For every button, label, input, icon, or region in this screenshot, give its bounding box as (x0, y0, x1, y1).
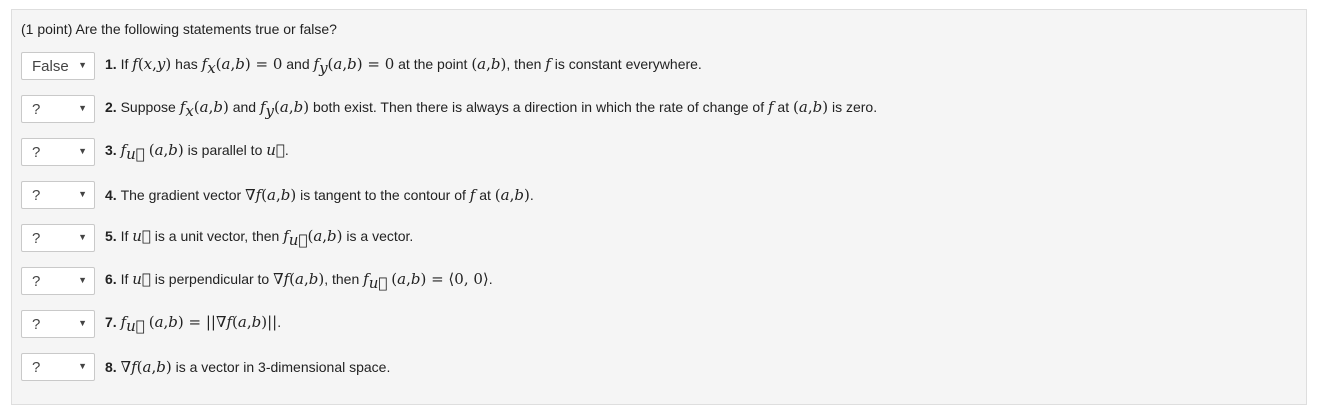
answer-dropdown-7[interactable]: ? ▼ (21, 310, 95, 338)
statement-body: fu⃗ (a,b) = ||∇f(a,b)||. (120, 313, 282, 335)
statement-number: 6. (105, 271, 121, 288)
statement-row-6: ? ▼ 6. If u⃗ is perpendicular to ∇f(a,b), … (21, 267, 493, 295)
answer-dropdown-3[interactable]: ? ▼ (21, 138, 95, 166)
answer-dropdown-4[interactable]: ? ▼ (21, 181, 95, 209)
chevron-down-icon: ▼ (78, 361, 87, 371)
statement-text: 7. fu⃗ (a,b) = ||∇f(a,b)||. (105, 313, 281, 335)
statement-text: 2. Suppose fx(a,b) and fy(a,b) both exis… (105, 98, 877, 120)
answer-selected-value: False (32, 58, 69, 75)
statement-text: 3. fu⃗ (a,b) is parallel to u⃗. (105, 141, 289, 163)
statement-number: 8. (105, 359, 121, 375)
chevron-down-icon: ▼ (78, 146, 87, 156)
question-prompt: (1 point) Are the following statements t… (21, 21, 337, 37)
answer-selected-value: ? (32, 359, 41, 376)
statement-row-3: ? ▼ 3. fu⃗ (a,b) is parallel to u⃗. (21, 138, 289, 166)
statement-text: 6. If u⃗ is perpendicular to ∇f(a,b), th… (105, 270, 493, 292)
statement-row-4: ? ▼ 4. The gradient vector ∇f(a,b) is tang… (21, 181, 534, 209)
statement-body: If f(x,y) has fx(a,b) = 0 and fy(a,b) = … (120, 55, 702, 77)
statement-body: If u⃗ is a unit vector, then fu⃗(a,b) is… (120, 227, 414, 249)
answer-dropdown-5[interactable]: ? ▼ (21, 224, 95, 252)
answer-selected-value: ? (32, 101, 41, 118)
statement-body: Suppose fx(a,b) and fy(a,b) both exist. … (120, 98, 878, 120)
answer-selected-value: ? (32, 273, 41, 290)
statement-body: If u⃗ is perpendicular to ∇f(a,b), then … (120, 270, 493, 292)
statement-text: 8. ∇f(a,b) is a vector in 3-dimensional … (105, 358, 390, 376)
chevron-down-icon: ▼ (78, 103, 87, 113)
statement-row-7: ? ▼ 7. fu⃗ (a,b) = ||∇f(a,b)||. (21, 310, 281, 338)
statement-row-1: False ▼ 1. If f(x,y) has fx(a,b) = 0 and f… (21, 52, 702, 80)
answer-dropdown-8[interactable]: ? ▼ (21, 353, 95, 381)
statement-number: 7. (105, 314, 121, 331)
statement-number: 3. (105, 142, 121, 159)
statement-number: 2. (105, 99, 121, 116)
chevron-down-icon: ▼ (78, 275, 87, 285)
answer-selected-value: ? (32, 187, 41, 204)
answer-dropdown-1[interactable]: False ▼ (21, 52, 95, 80)
chevron-down-icon: ▼ (78, 189, 87, 199)
answer-dropdown-6[interactable]: ? ▼ (21, 267, 95, 295)
statement-row-2: ? ▼ 2. Suppose fx(a,b) and fy(a,b) both ex… (21, 95, 877, 123)
chevron-down-icon: ▼ (78, 232, 87, 242)
statement-row-8: ? ▼ 8. ∇f(a,b) is a vector in 3-dimensiona… (21, 353, 390, 381)
chevron-down-icon: ▼ (78, 60, 87, 70)
statement-number: 4. (105, 187, 121, 203)
statement-number: 5. (105, 228, 121, 245)
answer-selected-value: ? (32, 230, 41, 247)
answer-dropdown-2[interactable]: ? ▼ (21, 95, 95, 123)
chevron-down-icon: ▼ (78, 318, 87, 328)
statement-text: 4. The gradient vector ∇f(a,b) is tangen… (105, 186, 534, 204)
question-panel: (1 point) Are the following statements t… (11, 9, 1307, 405)
statement-body: The gradient vector ∇f(a,b) is tangent t… (120, 186, 534, 204)
statement-body: ∇f(a,b) is a vector in 3-dimensional spa… (120, 358, 391, 376)
answer-selected-value: ? (32, 144, 41, 161)
answer-selected-value: ? (32, 316, 41, 333)
statement-body: fu⃗ (a,b) is parallel to u⃗. (120, 141, 289, 163)
statement-number: 1. (105, 56, 121, 73)
statement-text: 5. If u⃗ is a unit vector, then fu⃗(a,b)… (105, 227, 413, 249)
statement-text: 1. If f(x,y) has fx(a,b) = 0 and fy(a,b)… (105, 55, 702, 77)
statement-row-5: ? ▼ 5. If u⃗ is a unit vector, then fu⃗(a,… (21, 224, 413, 252)
